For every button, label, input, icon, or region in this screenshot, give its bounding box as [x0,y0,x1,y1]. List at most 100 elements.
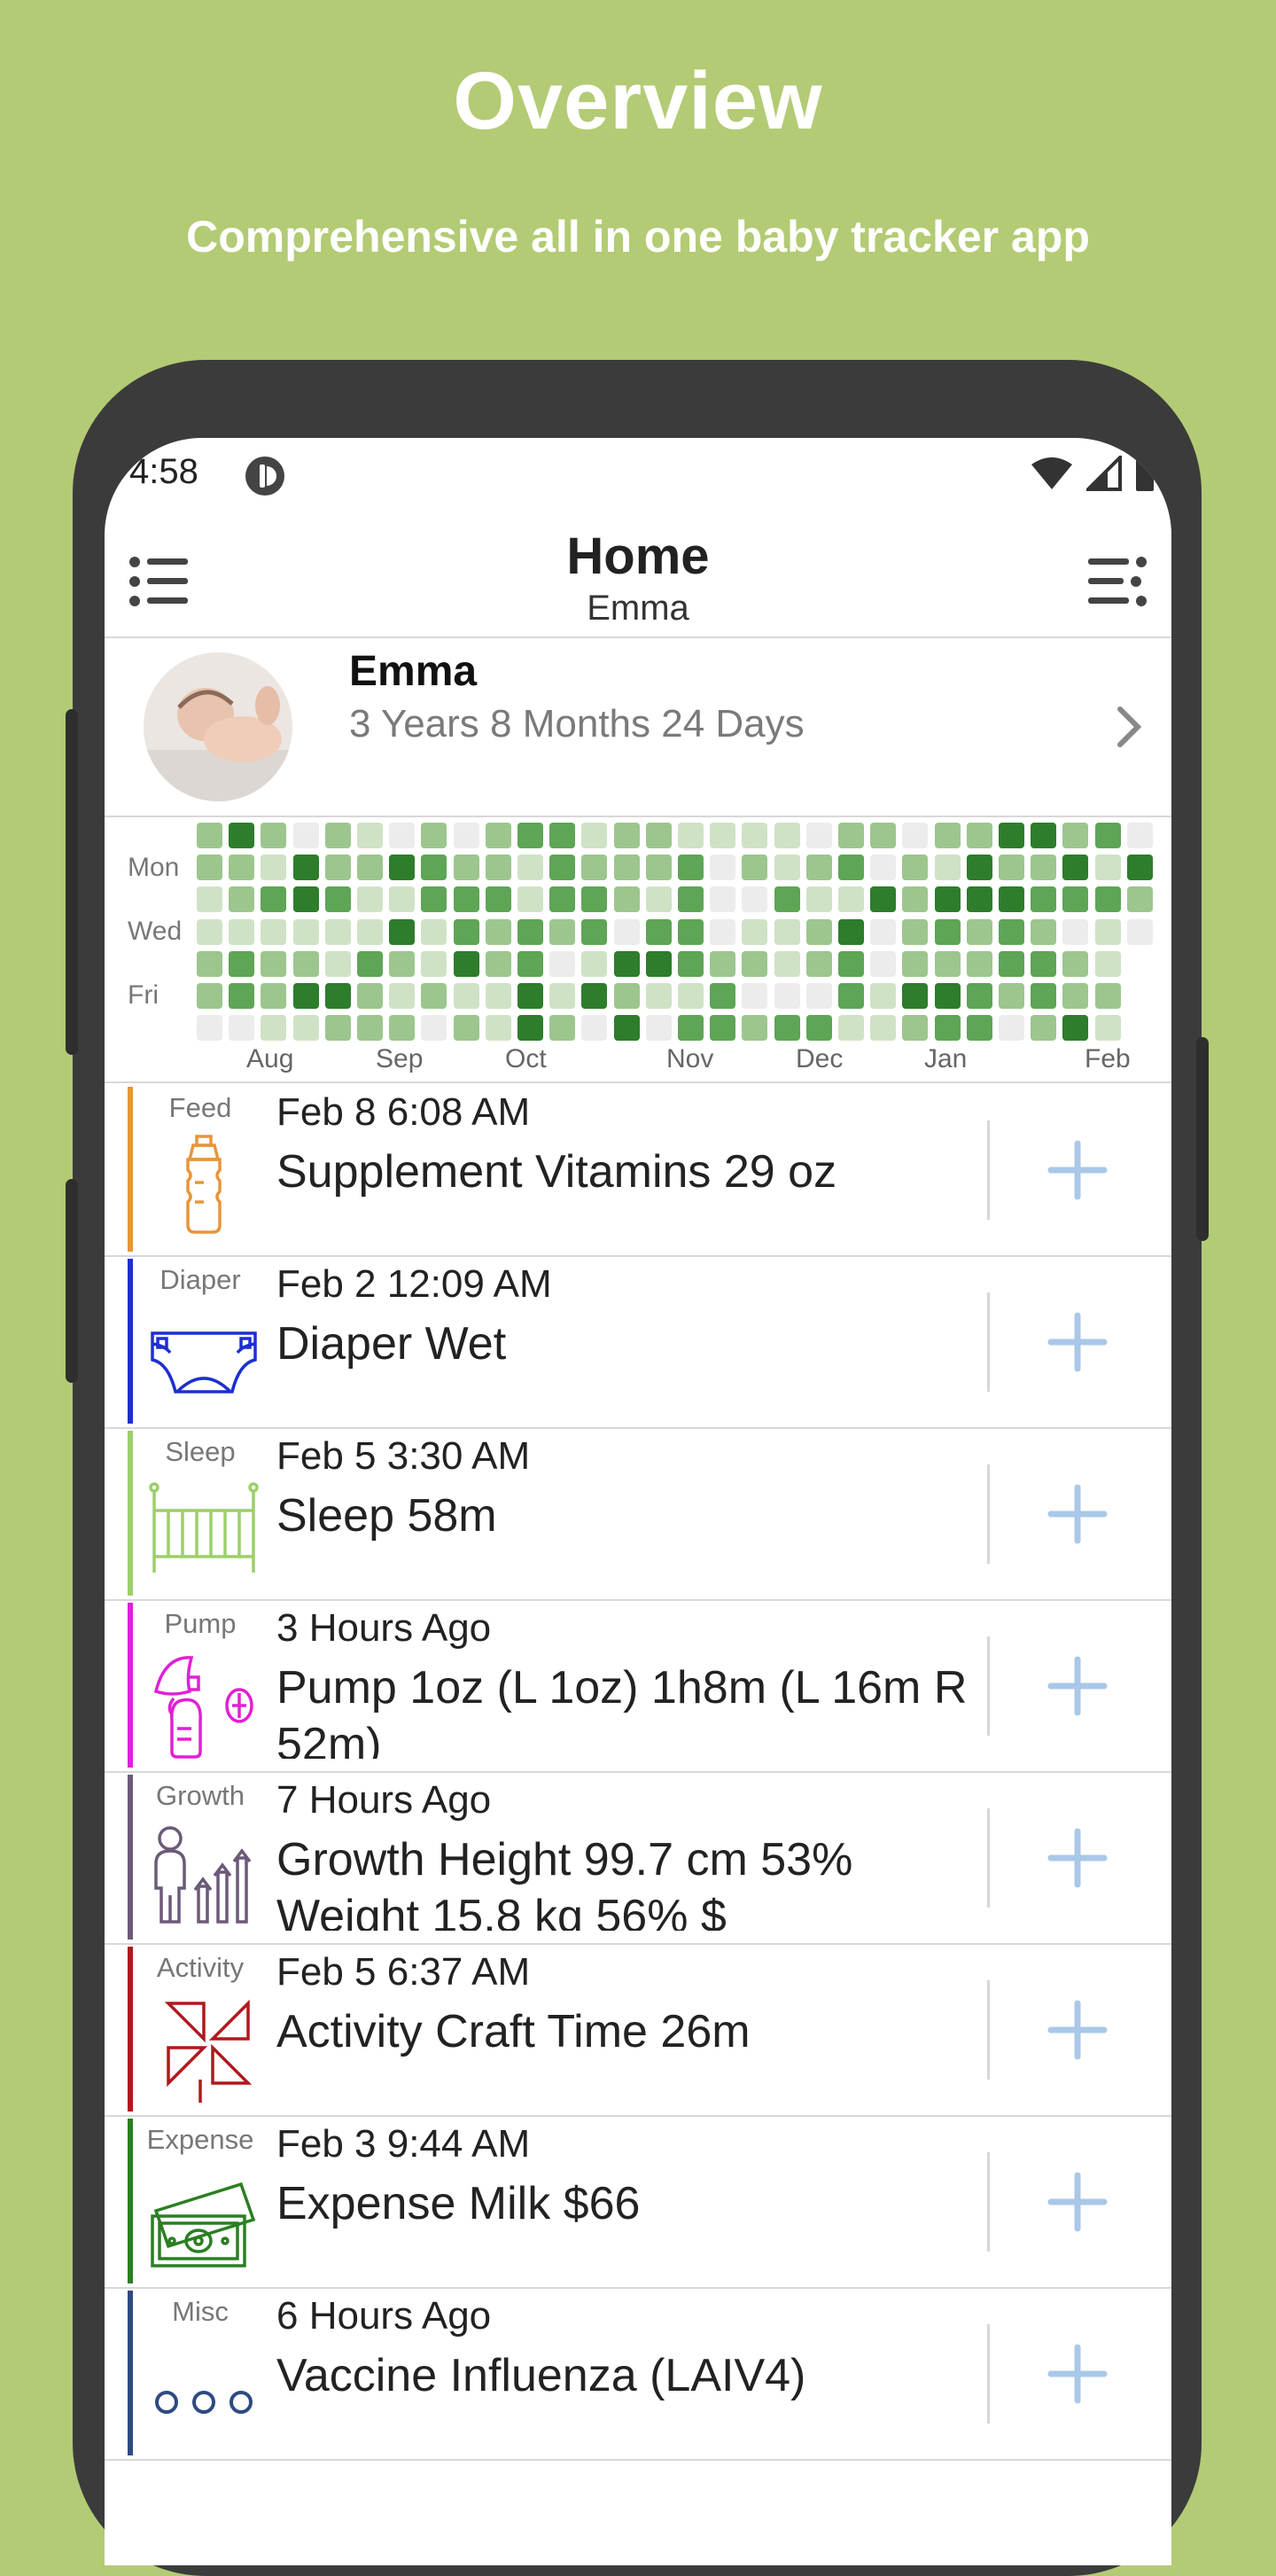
heatmap-cell [581,1015,608,1042]
list-item[interactable]: Activity Feb 5 6:37 AM Activity Craft Ti… [105,1943,1171,2117]
heatmap-cell [1062,855,1089,881]
heatmap-cell [453,950,479,977]
heatmap-cell [292,855,319,881]
heatmap-day-label: Fri [128,980,159,1010]
heatmap-cell [966,855,992,881]
list-item[interactable]: Growth 7 Hours Ago Growth Height 99.7 cm… [105,1771,1171,1945]
list-item[interactable]: Pump 3 Hours Ago Pump 1oz (L 1oz) 1h8m (… [105,1599,1171,1773]
child-name: Emma [349,648,478,695]
heatmap-cell [870,918,897,945]
heatmap-cell [934,823,961,848]
entry-time: 3 Hours Ago [276,1606,492,1650]
heatmap-cell [805,823,832,848]
heatmap-cell [581,950,608,977]
heatmap-cell [1094,950,1121,977]
heatmap-cell [197,983,222,1009]
heatmap-cell [742,983,768,1009]
camera-lens [831,417,870,438]
heatmap-cell [710,1015,736,1042]
heatmap-cell [1126,855,1153,881]
heatmap-cell [710,950,736,977]
status-time: 4:58 [129,452,198,491]
heatmap-cell [324,983,351,1009]
crib-icon [149,1482,259,1573]
heatmap-cell [999,1015,1024,1042]
pinwheel-icon [164,1999,253,2103]
heatmap-cell [645,983,672,1009]
heatmap-month-label: Jan [924,1044,968,1073]
heatmap-cell [613,950,640,977]
heatmap-cell [613,1015,640,1042]
category-label: Activity [156,1952,245,1983]
heatmap-cell [1031,950,1057,977]
heatmap-cell [678,886,704,913]
heatmap-cell [645,823,672,848]
heatmap-cell [229,823,255,848]
heatmap-cell [1062,918,1089,945]
list-item[interactable]: Diaper Feb 2 12:09 AM Diaper Wet [105,1255,1171,1429]
heatmap-cell [805,886,832,913]
heatmap-cell [1031,823,1057,848]
heatmap-cell [678,855,704,881]
entry-description: Supplement Vitamins 29 oz [276,1146,837,1198]
heatmap-cell [229,950,255,977]
add-entry-button[interactable] [1035,1128,1120,1213]
category-label: Pump [164,1608,237,1639]
entry-time: 7 Hours Ago [276,1778,492,1822]
heatmap-cell [581,823,608,848]
category-label: Feed [168,1092,232,1123]
add-entry-button[interactable] [1035,2159,1120,2244]
heatmap-cell [838,823,864,848]
heatmap-cell [517,823,543,848]
heatmap-cell [966,886,992,913]
heatmap-cell [934,983,961,1009]
add-entry-button[interactable] [1035,1300,1120,1385]
heatmap-cell [838,855,864,881]
heatmap-cell [1126,918,1153,945]
heatmap-cell [324,855,351,881]
heatmap-cell [324,886,351,913]
heatmap-cell [742,855,768,881]
heatmap-month-label: Dec [796,1044,844,1073]
category-color-bar [128,1431,133,1596]
heatmap-month-label: Sep [376,1044,424,1073]
breast-pump-icon [153,1656,253,1759]
category-color-bar [128,1087,133,1252]
list-item[interactable]: Feed Feb 8 6:08 AM Supplement Vitamins 2… [105,1083,1171,1257]
add-entry-button[interactable] [1035,1643,1120,1729]
heatmap-cell [838,886,864,913]
heatmap-cell [197,950,222,977]
heatmap-cell [517,918,543,945]
add-entry-button[interactable] [1035,1815,1120,1901]
list-item[interactable]: Misc 6 Hours Ago Vaccine Influenza (LAIV… [105,2287,1171,2461]
heatmap-cell [1062,823,1089,848]
wifi-icon [1031,457,1072,489]
child-profile-card[interactable]: Emma 3 Years 8 Months 24 Days [105,638,1171,817]
heatmap-cell [934,886,961,913]
divider [987,1636,990,1736]
heatmap-cell [357,823,383,848]
heatmap-cell [421,950,447,977]
heatmap-cell [934,855,961,881]
heatmap-cell [453,855,479,881]
entry-description: Pump 1oz (L 1oz) 1h8m (L 16m R 52m) [276,1662,968,1759]
battery-icon [1136,457,1154,491]
heatmap-cell [1094,918,1121,945]
entry-description: Growth Height 99.7 cm 53% Weight 15.8 kg… [276,1834,853,1931]
list-item[interactable]: Sleep Feb 5 3:30 AM Sleep 58m [105,1427,1171,1601]
heatmap-cell [805,950,832,977]
camera-notch [558,417,718,438]
heatmap-cell [485,855,511,881]
list-settings-icon[interactable] [1086,550,1150,613]
heatmap-cell [324,918,351,945]
heatmap-cell [292,1015,319,1042]
add-entry-button[interactable] [1035,1987,1120,2073]
activity-heatmap: Mon Wed Fri Aug Sep Oct Nov Dec Jan Feb [105,817,1171,1083]
heatmap-cell [902,1015,929,1042]
add-entry-button[interactable] [1035,1471,1120,1557]
heatmap-cell [261,886,287,913]
add-entry-button[interactable] [1035,2331,1120,2416]
divider [987,2324,990,2424]
list-item[interactable]: Expense Feb 3 9:44 AM Expense Milk $66 [105,2115,1171,2289]
heatmap-cell [357,1015,383,1042]
